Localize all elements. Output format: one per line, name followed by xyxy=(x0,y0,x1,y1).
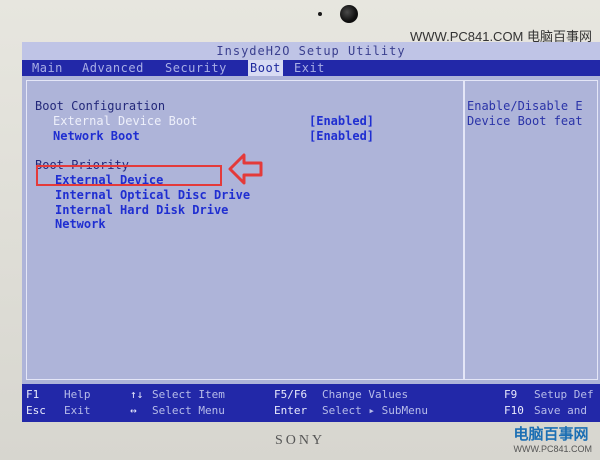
boot-item-network[interactable]: Network xyxy=(55,217,106,231)
boot-item-hard-disk[interactable]: Internal Hard Disk Drive xyxy=(55,203,228,217)
key-desc: Select Item xyxy=(152,388,225,401)
settings-pane: Boot Configuration External Device Boot … xyxy=(26,80,464,380)
key-label: F1 xyxy=(26,388,40,401)
key-label: F9 xyxy=(504,388,518,401)
key-desc: Select Menu xyxy=(152,404,225,417)
menu-tab-advanced[interactable]: Advanced xyxy=(82,60,144,76)
site-logo: 电脑百事网 WWW.PC841.COM xyxy=(513,423,592,454)
boot-item-optical-drive[interactable]: Internal Optical Disc Drive xyxy=(55,188,250,202)
menu-tab-security[interactable]: Security xyxy=(165,60,227,76)
key-label: F5/F6 xyxy=(274,388,308,401)
webcam-icon xyxy=(340,5,358,23)
setting-value[interactable]: [Enabled] xyxy=(309,114,374,128)
key-desc: Setup Def xyxy=(534,388,594,401)
menu-tab-boot[interactable]: Boot xyxy=(248,60,283,76)
key-label: Esc xyxy=(26,404,46,417)
help-text: Enable/Disable E xyxy=(467,99,583,113)
key-desc: Select ▸ SubMenu xyxy=(322,404,428,417)
bios-menu-bar: Main Advanced Security Boot Exit xyxy=(22,60,600,76)
setting-value[interactable]: [Enabled] xyxy=(309,129,374,143)
laptop-bezel: WWW.PC841.COM 电脑百事网 InsydeH2O Setup Util… xyxy=(0,0,600,460)
key-label: F10 xyxy=(504,404,524,417)
site-logo-url: WWW.PC841.COM xyxy=(513,444,592,454)
setting-label[interactable]: Network Boot xyxy=(53,129,140,143)
help-pane: Enable/Disable E Device Boot feat xyxy=(464,80,598,380)
highlight-box xyxy=(36,165,222,186)
key-desc: Exit xyxy=(64,404,91,417)
key-desc: Save and xyxy=(534,404,587,417)
left-arrow-icon xyxy=(228,153,263,185)
menu-tab-exit[interactable]: Exit xyxy=(294,60,325,76)
indicator-light xyxy=(318,12,322,16)
bios-screen: InsydeH2O Setup Utility Main Advanced Se… xyxy=(22,42,600,422)
brand-logo: SONY xyxy=(274,433,326,448)
setting-label[interactable]: External Device Boot xyxy=(53,114,198,128)
menu-tab-main[interactable]: Main xyxy=(32,60,63,76)
key-desc: Change Values xyxy=(322,388,409,401)
bios-title: InsydeH2O Setup Utility xyxy=(22,42,600,60)
key-label: Enter xyxy=(274,404,308,417)
key-legend: F1 Help ↑↓ Select Item F5/F6 Change Valu… xyxy=(22,384,600,422)
key-desc: Help xyxy=(64,388,91,401)
boot-config-heading: Boot Configuration xyxy=(35,99,166,113)
key-label: ↔ xyxy=(130,404,137,417)
key-label: ↑↓ xyxy=(130,388,144,401)
site-logo-name: 电脑百事网 xyxy=(513,426,589,443)
bios-main: Boot Configuration External Device Boot … xyxy=(22,76,600,384)
help-text: Device Boot feat xyxy=(467,114,583,128)
